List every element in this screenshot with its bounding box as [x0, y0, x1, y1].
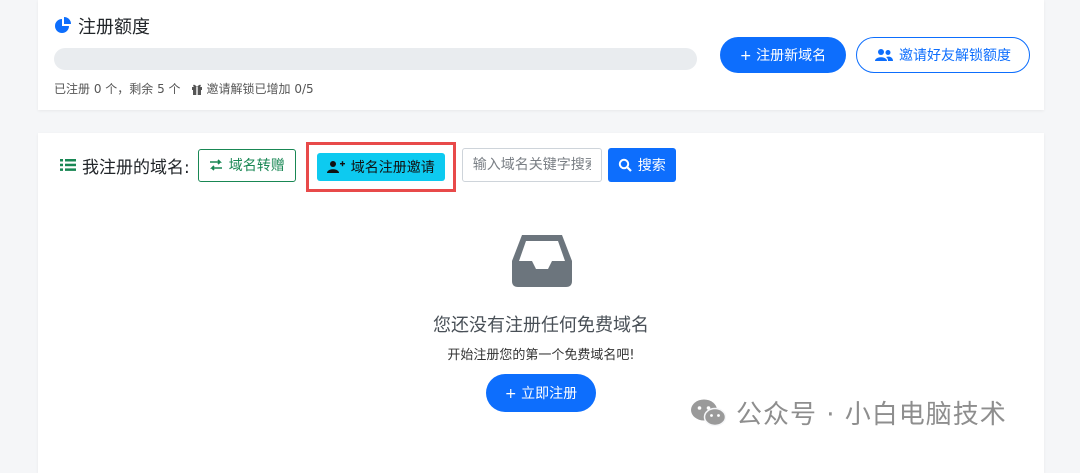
quota-card: 注册额度 已注册 0 个，剩余 5 个 邀请解锁已增加 0/5 + 注册新域名 … — [38, 0, 1044, 110]
register-now-button[interactable]: + 立即注册 — [486, 374, 596, 412]
users-icon — [875, 49, 893, 61]
domain-invite-register-button[interactable]: 域名注册邀请 — [316, 153, 445, 181]
register-now-label: + 立即注册 — [504, 386, 578, 402]
highlight-box: 域名注册邀请 — [305, 142, 456, 192]
domains-title: 我注册的域名: — [60, 153, 190, 178]
empty-title: 您还没有注册任何免费域名 — [433, 315, 649, 336]
gift-icon — [191, 84, 202, 95]
domain-invite-register-label: 域名注册邀请 — [350, 160, 435, 176]
inbox-icon — [512, 235, 572, 287]
quota-title-label: 注册额度 — [78, 17, 150, 38]
search-button-label: 搜索 — [637, 158, 666, 174]
domains-toolbar: 我注册的域名: 域名转赠 域名注册邀请 输入域名关键字搜索 搜索 — [60, 142, 676, 192]
list-icon — [60, 159, 76, 171]
register-new-domain-button[interactable]: + 注册新域名 — [720, 37, 846, 73]
quota-status-text: 已注册 0 个，剩余 5 个 — [54, 82, 181, 96]
user-plus-icon — [326, 161, 345, 173]
register-new-domain-label: + 注册新域名 — [739, 48, 827, 64]
search-button[interactable]: 搜索 — [607, 148, 676, 182]
exchange-icon — [209, 159, 222, 171]
pie-chart-icon — [55, 17, 71, 33]
quota-invite-text: 邀请解锁已增加 0/5 — [206, 82, 314, 96]
invite-friends-label: 邀请好友解锁额度 — [899, 48, 1011, 64]
quota-status: 已注册 0 个，剩余 5 个 邀请解锁已增加 0/5 — [54, 80, 314, 97]
domain-transfer-label: 域名转赠 — [228, 158, 285, 174]
search-icon — [618, 158, 632, 172]
watermark-text: 公众号 · 小白电脑技术 — [736, 400, 1007, 430]
empty-subtitle: 开始注册您的第一个免费域名吧! — [447, 348, 635, 363]
quota-title: 注册额度 — [54, 13, 150, 39]
quota-progress-bar — [54, 48, 697, 70]
domain-transfer-button[interactable]: 域名转赠 — [197, 148, 296, 182]
domains-title-label: 我注册的域名: — [82, 157, 190, 178]
invite-friends-button[interactable]: 邀请好友解锁额度 — [856, 37, 1030, 73]
domain-search-input[interactable] — [461, 148, 602, 182]
wechat-icon — [691, 399, 726, 426]
watermark: 公众号 · 小白电脑技术 — [690, 394, 1007, 431]
